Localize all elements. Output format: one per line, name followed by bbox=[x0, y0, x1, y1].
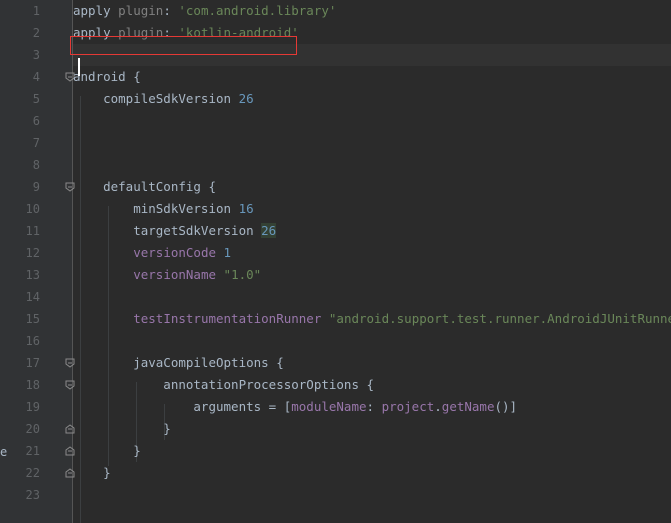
code-token: } bbox=[73, 465, 111, 480]
line-number: 10 bbox=[25, 202, 40, 216]
code-token: plugin bbox=[118, 3, 164, 18]
code-line[interactable] bbox=[73, 132, 671, 154]
line-number-gutter[interactable]: 1 2 3 4 5 6 7 8 9 10 11 12 13 14 15 16 17 18 19 20 21 22 23 bbox=[10, 0, 75, 523]
line-number: 19 bbox=[25, 400, 40, 414]
code-token: . bbox=[434, 399, 442, 414]
line-number: 7 bbox=[32, 136, 40, 150]
line-number: 12 bbox=[25, 246, 40, 260]
code-token: } bbox=[73, 421, 171, 436]
code-token: 1 bbox=[223, 245, 232, 260]
line-number: 18 bbox=[25, 378, 40, 392]
code-token: 26 bbox=[238, 91, 254, 106]
line-number: 21 bbox=[25, 444, 40, 458]
line-number: 17 bbox=[25, 356, 40, 370]
code-token: 16 bbox=[238, 201, 254, 216]
code-editor[interactable]: e 1 2 3 4 5 6 7 8 9 10 11 12 13 14 15 16 17 18 19 20 21 22 23 … bbox=[0, 0, 671, 523]
code-token: compileSdkVersion bbox=[73, 91, 239, 106]
code-token: "1.0" bbox=[223, 267, 262, 282]
code-line[interactable]: android { bbox=[73, 66, 671, 88]
line-number: 14 bbox=[25, 290, 40, 304]
code-token: versionCode bbox=[133, 245, 217, 260]
line-number: 1 bbox=[32, 4, 40, 18]
line-number: 15 bbox=[25, 312, 40, 326]
code-line[interactable] bbox=[73, 154, 671, 176]
line-number: 22 bbox=[25, 466, 40, 480]
line-number: 23 bbox=[25, 488, 40, 502]
code-line[interactable]: versionCode 1 bbox=[73, 242, 671, 264]
code-line[interactable]: arguments = [moduleName: project.getName… bbox=[73, 396, 671, 418]
line-number: 8 bbox=[32, 158, 40, 172]
code-line[interactable]: } bbox=[73, 418, 671, 440]
code-line[interactable]: targetSdkVersion 26 bbox=[73, 220, 671, 242]
code-line[interactable]: annotationProcessorOptions { bbox=[73, 374, 671, 396]
code-token: apply bbox=[73, 3, 119, 18]
line-number: 5 bbox=[32, 92, 40, 106]
code-token: : bbox=[163, 3, 179, 18]
code-token: "android.support.test.runner.AndroidJUni… bbox=[328, 311, 671, 326]
line-number: 4 bbox=[32, 70, 40, 84]
line-number: 13 bbox=[25, 268, 40, 282]
code-line[interactable]: testInstrumentationRunner "android.suppo… bbox=[73, 308, 671, 330]
code-token: 26 bbox=[261, 223, 277, 238]
code-token: targetSdkVersion bbox=[73, 223, 262, 238]
code-area[interactable]: apply plugin: 'com.android.library' apply… bbox=[70, 0, 671, 523]
code-line[interactable]: } bbox=[73, 462, 671, 484]
code-line[interactable] bbox=[73, 484, 671, 506]
line-number: 11 bbox=[25, 224, 40, 238]
line-number: 20 bbox=[25, 422, 40, 436]
code-line[interactable] bbox=[73, 110, 671, 132]
side-panel-text: e bbox=[0, 445, 8, 459]
line-number: 16 bbox=[25, 334, 40, 348]
code-line[interactable]: versionName "1.0" bbox=[73, 264, 671, 286]
line-number: 9 bbox=[32, 180, 40, 194]
text-caret bbox=[78, 58, 80, 76]
code-token: versionName bbox=[133, 267, 217, 282]
code-line[interactable]: compileSdkVersion 26 bbox=[73, 88, 671, 110]
code-line[interactable]: minSdkVersion 16 bbox=[73, 198, 671, 220]
code-token: ()] bbox=[494, 399, 518, 414]
code-token: minSdkVersion bbox=[73, 201, 239, 216]
highlight-annotation-box bbox=[70, 36, 297, 55]
line-number: 2 bbox=[32, 26, 40, 40]
code-line[interactable] bbox=[73, 330, 671, 352]
code-token: 'com.android.library' bbox=[178, 3, 337, 18]
code-token: project bbox=[381, 399, 435, 414]
code-token: moduleName bbox=[291, 399, 367, 414]
code-token: android { bbox=[73, 69, 141, 84]
code-line[interactable]: defaultConfig { bbox=[73, 176, 671, 198]
code-token: defaultConfig { bbox=[73, 179, 216, 194]
line-number: 3 bbox=[32, 48, 40, 62]
code-line[interactable]: javaCompileOptions { bbox=[73, 352, 671, 374]
code-line[interactable] bbox=[73, 286, 671, 308]
code-token: } bbox=[73, 443, 141, 458]
code-line[interactable]: } bbox=[73, 440, 671, 462]
code-token: : bbox=[366, 399, 382, 414]
code-token: annotationProcessorOptions { bbox=[73, 377, 375, 392]
code-token: arguments = [ bbox=[73, 399, 292, 414]
code-token: testInstrumentationRunner bbox=[133, 311, 322, 326]
code-token: getName bbox=[441, 399, 495, 414]
line-number: 6 bbox=[32, 114, 40, 128]
code-line[interactable]: apply plugin: 'com.android.library' bbox=[73, 0, 671, 22]
code-token: javaCompileOptions { bbox=[73, 355, 284, 370]
